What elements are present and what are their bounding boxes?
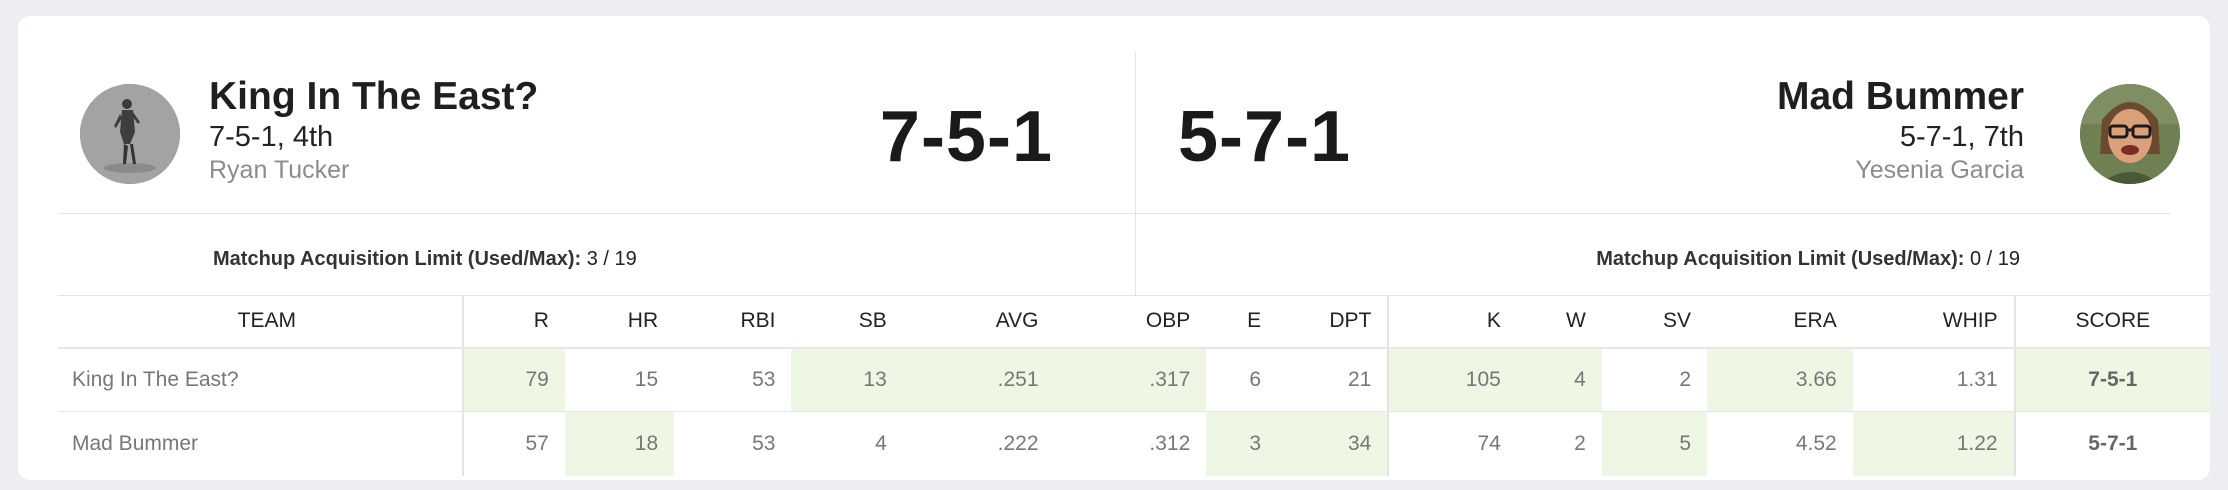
right-acquisition-label: Matchup Acquisition Limit (Used/Max):: [1596, 248, 1965, 270]
header-k[interactable]: K: [1387, 295, 1517, 349]
left-acquisition-value: 3 / 19: [586, 248, 637, 270]
header-sb[interactable]: SB: [791, 295, 903, 349]
right-team-score: 5-7-1: [1178, 97, 1352, 177]
cell-avg: .251: [902, 347, 1055, 412]
cell-sb: 13: [791, 347, 903, 412]
header-separator: [58, 213, 2170, 214]
right-team-avatar[interactable]: [2080, 84, 2180, 184]
cell-dpt: 34: [1277, 411, 1389, 476]
cell-rbi: 53: [752, 431, 776, 455]
row-team-name[interactable]: King In The East?: [58, 347, 463, 412]
cell-r: 79: [461, 347, 565, 412]
cell-rbi: 53: [674, 347, 792, 412]
cell-era: 4.52: [1795, 431, 1837, 455]
cell-hr: 18: [564, 411, 675, 476]
figure-icon: [80, 84, 180, 184]
right-team-name[interactable]: Mad Bummer: [1777, 74, 2024, 120]
header-team[interactable]: TEAM: [58, 295, 463, 349]
cell-w: 2: [1574, 431, 1586, 455]
left-team-record: 7-5-1, 4th: [209, 121, 334, 153]
cell-sb: 4: [875, 431, 887, 455]
left-team-avatar[interactable]: [80, 84, 180, 184]
cell-k: 74: [1387, 411, 1517, 476]
acq-divider: [1135, 213, 1136, 295]
header-w[interactable]: W: [1516, 295, 1602, 349]
left-team-score: 7-5-1: [879, 97, 1053, 177]
right-team-info: Mad Bummer 5-7-1, 7th Yesenia Garcia: [1777, 74, 2024, 186]
cell-dpt: 21: [1277, 347, 1389, 412]
left-team-name[interactable]: King In The East?: [209, 74, 538, 120]
header-whip[interactable]: WHIP: [1852, 295, 2015, 349]
row-score: 7-5-1: [2013, 347, 2210, 412]
header-dpt[interactable]: DPT: [1277, 295, 1389, 349]
cell-k: 105: [1387, 347, 1517, 412]
cell-e: 3: [1206, 411, 1278, 476]
cell-obp: .312: [1149, 431, 1191, 455]
header-sv[interactable]: SV: [1601, 295, 1708, 349]
header-rbi[interactable]: RBI: [674, 295, 792, 349]
portrait-icon: [2080, 84, 2180, 184]
cell-sv: 5: [1601, 411, 1708, 476]
header-era[interactable]: ERA: [1707, 295, 1853, 349]
right-team-owner: Yesenia Garcia: [1855, 156, 2024, 184]
cell-obp: .317: [1054, 347, 1207, 412]
matchup-card: King In The East? 7-5-1, 4th Ryan Tucker…: [18, 16, 2210, 480]
table-row: Mad Bummer 57 18 53 4 .222 .312 3 34 74 2 5 4.52 1.22…: [58, 411, 2210, 476]
left-team-info: King In The East? 7-5-1, 4th Ryan Tucker: [209, 74, 538, 186]
cell-hr: 15: [564, 347, 675, 412]
table-row: King In The East? 79 15 53 13.251.317 6 21 105 4…: [58, 347, 2210, 412]
right-acquisition-value: 0 / 19: [1969, 248, 2020, 270]
header-avg[interactable]: AVG: [902, 295, 1055, 349]
cell-era: 3.66: [1707, 347, 1853, 412]
cell-avg: .222: [997, 431, 1039, 455]
cell-sv: 2: [1601, 347, 1708, 412]
left-acquisition-limit: Matchup Acquisition Limit (Used/Max): 3 …: [213, 248, 637, 271]
left-team-owner: Ryan Tucker: [209, 156, 350, 184]
cell-w: 4: [1516, 347, 1602, 412]
header-hr[interactable]: HR: [564, 295, 675, 349]
right-team-record: 5-7-1, 7th: [1899, 121, 2024, 153]
left-acquisition-label: Matchup Acquisition Limit (Used/Max):: [213, 248, 582, 270]
cell-whip: 1.31: [1852, 347, 2015, 412]
header-r[interactable]: R: [461, 295, 565, 349]
row-score: 5-7-1: [2013, 411, 2210, 476]
table-header-row: TEAM R HR RBI SB AVG OBP E DPT K W SV ER…: [58, 295, 2210, 349]
right-acquisition-limit: Matchup Acquisition Limit (Used/Max): 0 …: [1596, 248, 2020, 271]
row-team-name[interactable]: Mad Bummer: [58, 412, 463, 476]
header-e[interactable]: E: [1206, 295, 1278, 349]
cell-e: 6: [1206, 347, 1278, 412]
header-score[interactable]: SCORE: [2013, 295, 2210, 349]
header-obp[interactable]: OBP: [1054, 295, 1207, 349]
cell-r: 57: [461, 411, 565, 476]
cell-whip: 1.22: [1852, 411, 2015, 476]
stats-table: TEAM R HR RBI SB AVG OBP E DPT K W SV ER…: [58, 295, 2210, 476]
